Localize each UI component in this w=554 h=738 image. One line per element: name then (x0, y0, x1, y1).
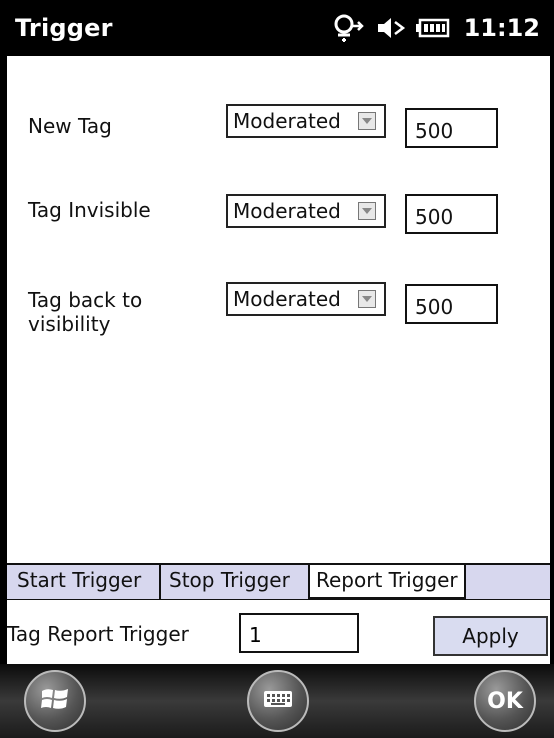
tab-report-trigger[interactable]: Report Trigger (308, 563, 466, 599)
tab-stop-trigger[interactable]: Stop Trigger (163, 565, 296, 599)
apply-button[interactable]: Apply (433, 616, 548, 656)
select-value: Moderated (233, 199, 341, 223)
window-title: Trigger (15, 14, 113, 42)
keyboard-button[interactable] (247, 670, 309, 732)
setting-label-tag-back-to-visibility: Tag back to visibility (28, 288, 143, 336)
tag-back-to-visibility-mode-select[interactable]: Moderated (226, 282, 386, 316)
start-button[interactable] (24, 670, 86, 732)
tag-back-to-visibility-value-input[interactable]: 500 (405, 284, 498, 324)
setting-label-tag-invisible: Tag Invisible (28, 198, 151, 222)
trigger-tabs: Start Trigger Stop Trigger Report Trigge… (7, 563, 550, 601)
app-window: Trigger 11:12 New Tag Moderated 500 Tag … (0, 0, 554, 738)
ok-label: OK (487, 688, 523, 714)
dropdown-arrow-icon[interactable] (358, 112, 376, 130)
tag-invisible-value-input[interactable]: 500 (405, 194, 498, 234)
tab-divider (159, 565, 161, 599)
windows-start-icon (40, 685, 70, 717)
battery-icon (415, 18, 450, 38)
tag-report-trigger-input[interactable]: 1 (239, 613, 359, 653)
taskbar: OK (0, 664, 554, 738)
tab-start-trigger[interactable]: Start Trigger (11, 565, 147, 599)
keyboard-icon (263, 689, 293, 713)
screen-edge-left (0, 0, 7, 738)
dropdown-arrow-icon[interactable] (358, 290, 376, 308)
select-value: Moderated (233, 287, 341, 311)
dropdown-arrow-icon[interactable] (358, 202, 376, 220)
screen-edge-right (550, 0, 554, 738)
volume-off-icon (376, 15, 406, 41)
tag-invisible-mode-select[interactable]: Moderated (226, 194, 386, 228)
select-value: Moderated (233, 109, 341, 133)
status-area[interactable]: 11:12 (332, 12, 540, 44)
report-trigger-panel: Tag Report Trigger 1 Apply (7, 600, 550, 660)
new-tag-mode-select[interactable]: Moderated (226, 104, 386, 138)
ok-button[interactable]: OK (474, 670, 536, 732)
tag-report-trigger-label: Tag Report Trigger (7, 622, 189, 646)
title-bar: Trigger 11:12 (7, 0, 550, 56)
connectivity-icon (332, 13, 366, 43)
new-tag-value-input[interactable]: 500 (405, 108, 498, 148)
setting-label-new-tag: New Tag (28, 114, 112, 138)
clock-time: 11:12 (463, 14, 540, 42)
